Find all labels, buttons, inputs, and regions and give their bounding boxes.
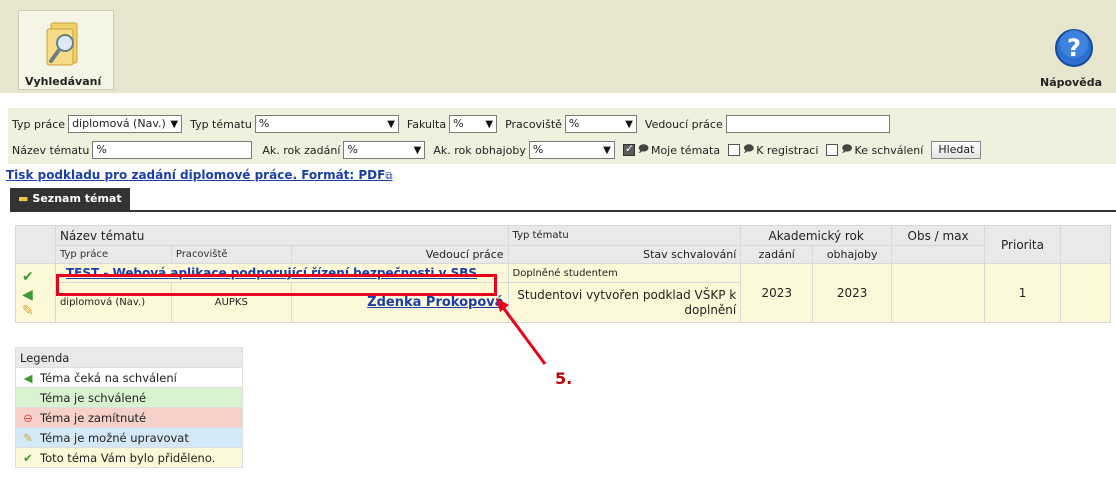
- legend-rejected-label: Téma je zamítnuté: [40, 410, 147, 425]
- legend-editable: ✎ Téma je možné upravovat: [15, 427, 243, 448]
- legend-title: Legenda: [15, 347, 243, 368]
- legend-pending-label: Téma čeká na schválení: [40, 370, 177, 385]
- legend-approved: Téma je schválené: [15, 387, 243, 408]
- legend-item: ✔ Toto téma Vám bylo přiděleno.: [15, 447, 243, 468]
- legend-header: Legenda: [15, 347, 243, 368]
- legend-item: ⊖ Téma je zamítnuté: [15, 407, 243, 428]
- legend-pending: ◀ Téma čeká na schválení: [15, 367, 243, 388]
- legend-assigned: ✔ Toto téma Vám bylo přiděleno.: [15, 447, 243, 468]
- pending-approval-icon: ◀: [23, 370, 33, 385]
- legend-editable-label: Téma je možné upravovat: [40, 430, 189, 445]
- pencil-icon: ✎: [23, 430, 33, 445]
- legend-item: ✎ Téma je možné upravovat: [15, 427, 243, 448]
- legend-item: Téma je schválené: [15, 387, 243, 408]
- legend-item: ◀ Téma čeká na schválení: [15, 367, 243, 388]
- legend: Legenda ◀ Téma čeká na schválení Téma je …: [15, 347, 243, 468]
- legend-rejected: ⊖ Téma je zamítnuté: [15, 407, 243, 428]
- legend-assigned-label: Toto téma Vám bylo přiděleno.: [40, 450, 216, 465]
- legend-approved-label: Téma je schválené: [40, 390, 147, 405]
- minus-circle-icon: ⊖: [23, 410, 33, 425]
- annotation-label: 5.: [555, 369, 573, 388]
- checkmark-icon: ✔: [23, 450, 33, 465]
